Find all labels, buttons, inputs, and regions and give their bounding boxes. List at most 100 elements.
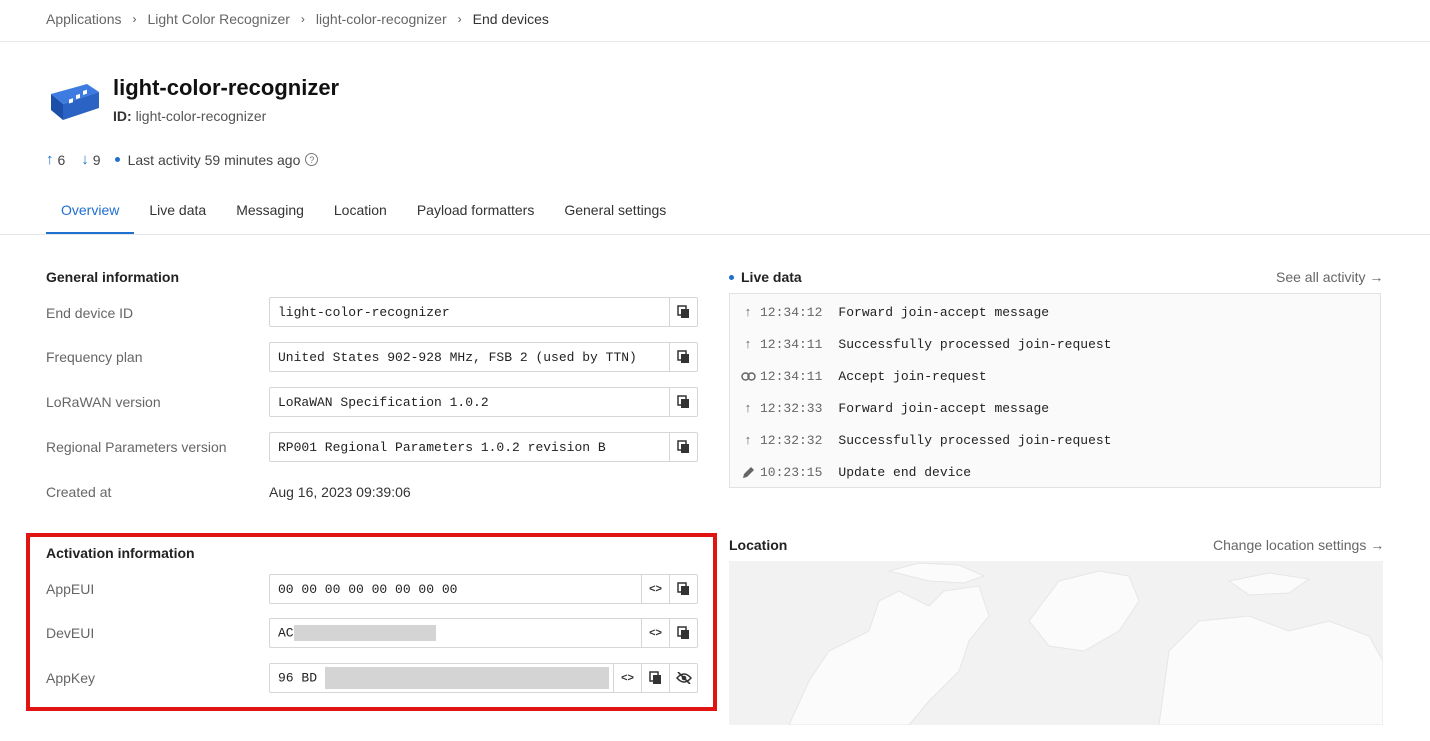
event-time: 12:34:11 bbox=[760, 368, 823, 384]
appkey-value-container: 96 BD bbox=[270, 667, 613, 689]
event-row[interactable]: ↑ 12:32:33 Forward join-accept message bbox=[740, 398, 1049, 418]
arrow-up-icon: ↑ bbox=[744, 336, 752, 352]
uplink-arrow-icon: ↑ bbox=[46, 151, 54, 168]
frequency-plan-field: United States 902-928 MHz, FSB 2 (used b… bbox=[269, 342, 698, 372]
tab-overview[interactable]: Overview bbox=[46, 193, 135, 235]
chevron-right-icon: › bbox=[300, 12, 305, 26]
device-id-label: ID: bbox=[113, 108, 132, 124]
copy-button[interactable] bbox=[669, 343, 697, 371]
world-map bbox=[788, 562, 1383, 725]
device-id: ID: light-color-recognizer bbox=[113, 108, 266, 124]
divider bbox=[0, 234, 1430, 235]
copy-icon bbox=[677, 626, 689, 639]
live-dot-icon bbox=[729, 274, 734, 280]
toggle-byte-format-button[interactable]: <> bbox=[613, 664, 641, 692]
code-icon: <> bbox=[649, 583, 662, 595]
event-message: Accept join-request bbox=[838, 368, 987, 384]
last-activity: Last activity 59 minutes ago bbox=[127, 151, 301, 168]
live-data-title-text: Live data bbox=[741, 269, 802, 285]
arrow-up-icon: ↑ bbox=[744, 432, 752, 448]
tab-live-data[interactable]: Live data bbox=[134, 193, 221, 235]
regional-params-field: RP001 Regional Parameters 1.0.2 revision… bbox=[269, 432, 698, 462]
breadcrumb-application-name[interactable]: Light Color Recognizer bbox=[148, 11, 290, 27]
event-time: 12:32:33 bbox=[760, 400, 823, 416]
created-at-label: Created at bbox=[46, 484, 112, 500]
event-message: Forward join-accept message bbox=[838, 304, 1050, 320]
help-icon[interactable]: ? bbox=[305, 153, 319, 166]
breadcrumb-end-devices[interactable]: End devices bbox=[473, 11, 549, 27]
copy-icon bbox=[677, 440, 689, 453]
deveui-value: AC bbox=[278, 625, 294, 641]
link-icon bbox=[740, 371, 756, 381]
tab-bar: Overview Live data Messaging Location Pa… bbox=[46, 193, 681, 235]
tab-location[interactable]: Location bbox=[319, 193, 402, 235]
pencil-icon bbox=[740, 466, 756, 479]
code-icon: <> bbox=[621, 672, 634, 684]
chevron-right-icon: › bbox=[457, 12, 462, 26]
deveui-label: DevEUI bbox=[46, 625, 95, 641]
event-row[interactable]: 12:34:11 Accept join-request bbox=[740, 366, 987, 386]
end-device-id-label: End device ID bbox=[46, 305, 134, 321]
see-all-activity-link[interactable]: See all activity → bbox=[1276, 269, 1383, 285]
live-data-title: Live data bbox=[729, 269, 802, 285]
copy-button[interactable] bbox=[669, 619, 697, 647]
change-location-settings-link[interactable]: Change location settings → bbox=[1213, 537, 1384, 553]
end-device-icon bbox=[51, 81, 99, 120]
downlink-count: 9 bbox=[92, 151, 101, 168]
appkey-value: 96 BD bbox=[278, 670, 318, 686]
frequency-plan-label: Frequency plan bbox=[46, 349, 143, 365]
copy-button[interactable] bbox=[669, 575, 697, 603]
breadcrumb-application-id[interactable]: light-color-recognizer bbox=[316, 11, 447, 27]
deveui-value-container: AC bbox=[270, 625, 641, 641]
activation-info-title: Activation information bbox=[46, 545, 195, 561]
tab-payload-formatters[interactable]: Payload formatters bbox=[402, 193, 550, 235]
event-time: 12:34:12 bbox=[760, 304, 823, 320]
toggle-byte-format-button[interactable]: <> bbox=[641, 575, 669, 603]
location-title: Location bbox=[729, 537, 788, 553]
appeui-field: 00 00 00 00 00 00 00 00 <> bbox=[269, 574, 698, 604]
copy-icon bbox=[677, 305, 689, 318]
appkey-label: AppKey bbox=[46, 670, 96, 686]
event-row[interactable]: ↑ 12:32:32 Successfully processed join-r… bbox=[740, 430, 1111, 450]
toggle-visibility-button[interactable] bbox=[669, 664, 697, 692]
live-data-panel: ↑ 12:34:12 Forward join-accept message ↑… bbox=[729, 293, 1381, 488]
lorawan-version-field: LoRaWAN Specification 1.0.2 bbox=[269, 387, 698, 417]
event-row[interactable]: ↑ 12:34:12 Forward join-accept message bbox=[740, 302, 1049, 322]
tab-messaging[interactable]: Messaging bbox=[221, 193, 319, 235]
end-device-id-field: light-color-recognizer bbox=[269, 297, 698, 327]
copy-button[interactable] bbox=[669, 433, 697, 461]
event-time: 12:32:32 bbox=[760, 432, 823, 448]
page-title: light-color-recognizer bbox=[113, 75, 340, 100]
event-row[interactable]: 10:23:15 Update end device bbox=[740, 462, 971, 482]
tab-general-settings[interactable]: General settings bbox=[549, 193, 681, 235]
downlink-arrow-icon: ↓ bbox=[81, 151, 89, 168]
copy-button[interactable] bbox=[669, 298, 697, 326]
general-info-title: General information bbox=[46, 269, 180, 285]
redaction-block bbox=[324, 667, 609, 689]
eye-off-icon bbox=[675, 672, 692, 684]
toggle-byte-format-button[interactable]: <> bbox=[641, 619, 669, 647]
copy-button[interactable] bbox=[669, 388, 697, 416]
event-message: Successfully processed join-request bbox=[838, 432, 1112, 448]
event-message: Successfully processed join-request bbox=[838, 336, 1112, 352]
appeui-value: 00 00 00 00 00 00 00 00 bbox=[278, 581, 458, 597]
redaction-block bbox=[293, 625, 436, 641]
uplink-count: 6 bbox=[57, 151, 66, 168]
lorawan-version-value: LoRaWAN Specification 1.0.2 bbox=[278, 394, 489, 410]
end-device-id-value: light-color-recognizer bbox=[278, 304, 450, 320]
copy-button[interactable] bbox=[641, 664, 669, 692]
breadcrumb: Applications › Light Color Recognizer › … bbox=[46, 9, 549, 29]
deveui-field: AC <> bbox=[269, 618, 698, 648]
frequency-plan-value: United States 902-928 MHz, FSB 2 (used b… bbox=[278, 349, 637, 365]
event-row[interactable]: ↑ 12:34:11 Successfully processed join-r… bbox=[740, 334, 1111, 354]
copy-icon bbox=[677, 582, 689, 595]
copy-icon bbox=[649, 671, 661, 684]
appkey-field: 96 BD <> bbox=[269, 663, 698, 693]
lorawan-version-label: LoRaWAN version bbox=[46, 394, 161, 410]
regional-params-label: Regional Parameters version bbox=[46, 439, 227, 455]
breadcrumb-applications[interactable]: Applications bbox=[46, 11, 122, 27]
chevron-right-icon: › bbox=[132, 12, 137, 26]
device-id-value: light-color-recognizer bbox=[135, 108, 267, 124]
location-map[interactable] bbox=[729, 561, 1383, 725]
event-time: 12:34:11 bbox=[760, 336, 823, 352]
